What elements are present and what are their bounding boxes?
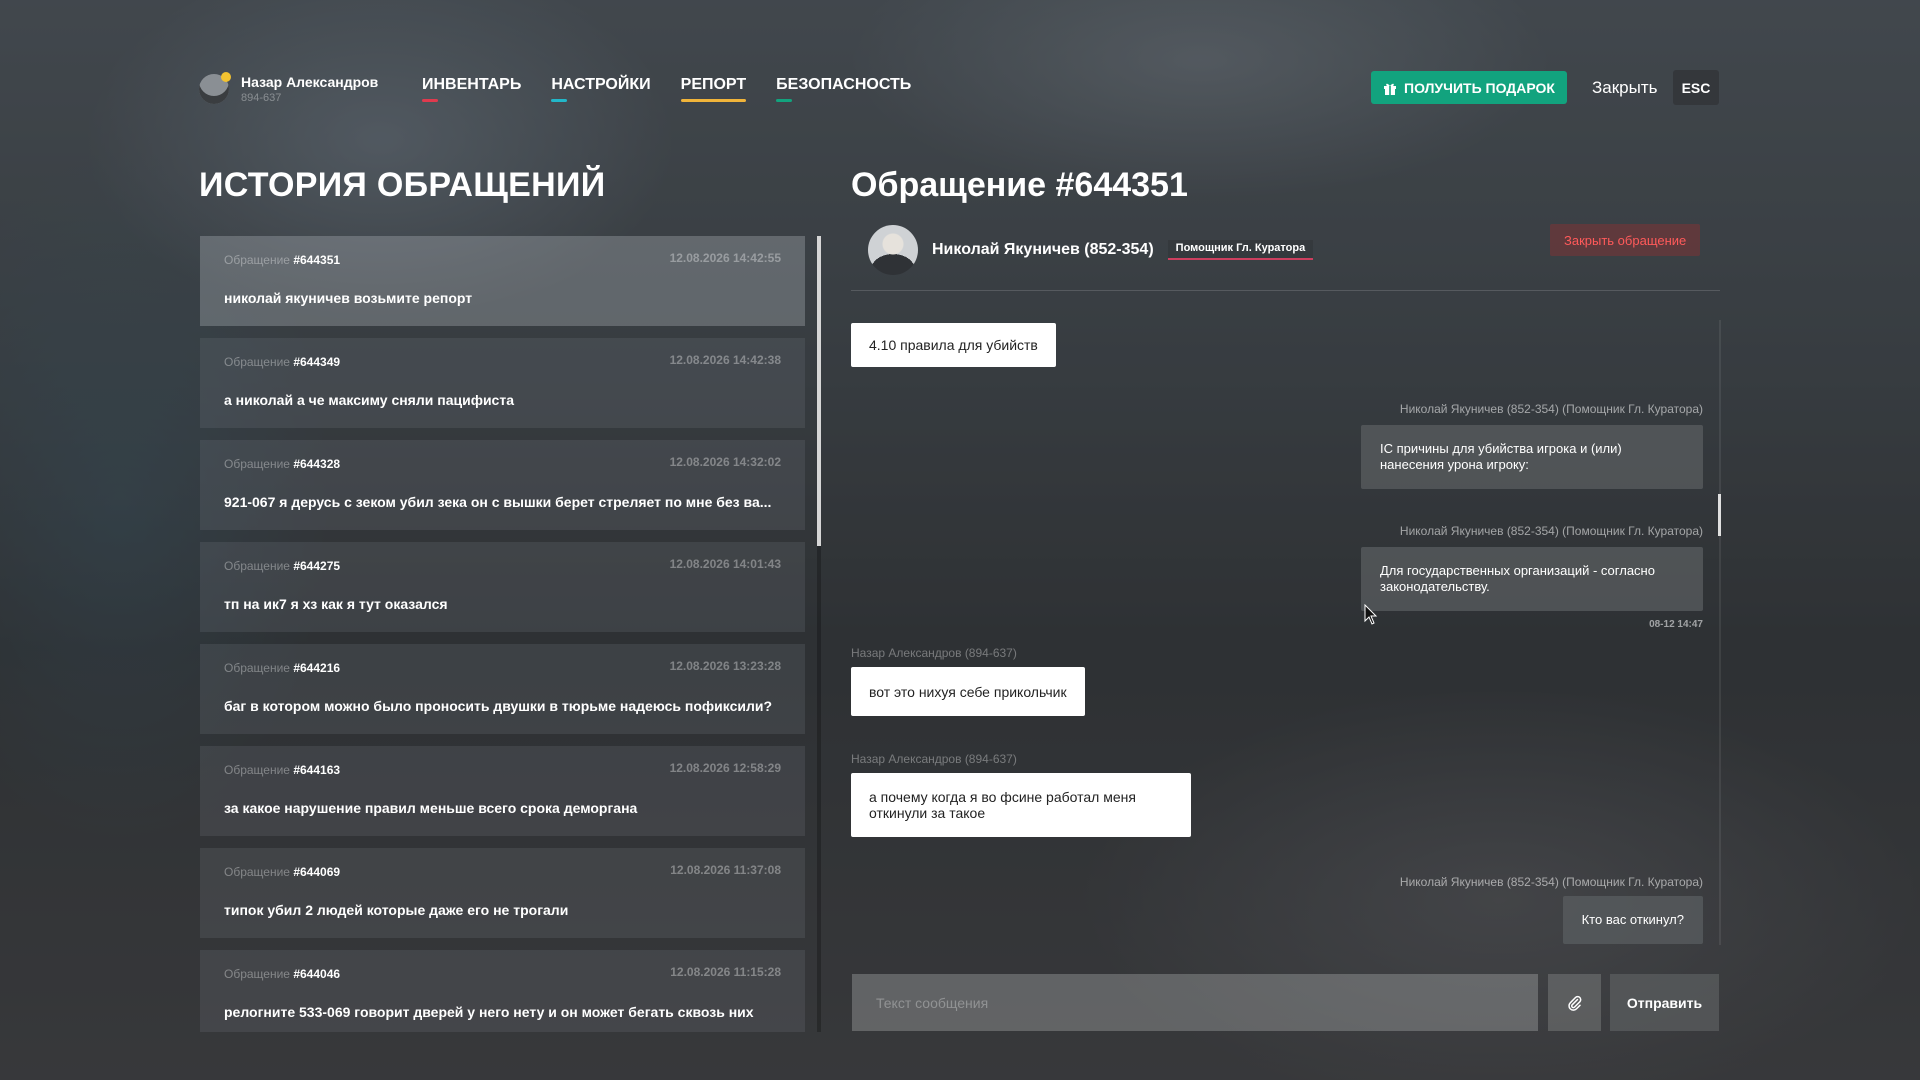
paperclip-icon (1567, 995, 1581, 1011)
message-input[interactable] (852, 974, 1538, 1031)
status-dot (221, 72, 231, 82)
message-author: Николай Якуничев (852-354) (Помощник Гл.… (1399, 524, 1703, 538)
history-title: ИСТОРИЯ ОБРАЩЕНИЙ (199, 166, 606, 204)
ticket-date: 12.08.2026 14:01:43 (669, 557, 781, 571)
message-author: Николай Якуничев (852-354) (Помощник Гл.… (1399, 402, 1703, 416)
user-id: 894-637 (241, 92, 282, 104)
ticket-item[interactable]: Обращение #644351 12.08.2026 14:42:55 нико… (200, 236, 805, 326)
ticket-text: 921-067 я дерусь с зеком убил зека он с … (224, 494, 772, 510)
ticket-label: Обращение #644349 (224, 355, 340, 369)
ticket-label: Обращение #644163 (224, 763, 340, 777)
ticket-id: #644275 (293, 559, 341, 573)
ticket-text: релогните 533-069 говорит дверей у него … (224, 1004, 754, 1020)
ticket-date: 12.08.2026 14:32:02 (669, 455, 781, 469)
send-button[interactable]: Отправить (1610, 974, 1719, 1031)
divider (851, 290, 1720, 291)
ticket-label: Обращение #644046 (224, 967, 340, 981)
gift-icon (1384, 83, 1396, 95)
message-author: Назар Александров (894-637) (851, 646, 1017, 660)
agent-name: Николай Якуничев (852-354) (932, 241, 1154, 258)
message-author: Назар Александров (894-637) (851, 752, 1017, 766)
ticket-date: 12.08.2026 13:23:28 (669, 659, 781, 673)
ticket-text: а николай а че максиму сняли пацифиста (224, 392, 514, 408)
mouse-cursor-icon (1364, 604, 1378, 625)
message-bubble: IC причины для убийства игрока и (или) н… (1361, 425, 1703, 489)
ticket-prefix: Обращение (224, 253, 290, 267)
ticket-text: за какое нарушение правил меньше всего с… (224, 800, 638, 816)
ticket-text: тп на ик7 я хз как я тут оказался (224, 596, 448, 612)
close-ticket-button[interactable]: Закрыть обращение (1550, 224, 1701, 256)
message-bubble: 4.10 правила для убийств (851, 323, 1056, 367)
chat-scrollbar[interactable] (1719, 320, 1721, 945)
message-input-box[interactable] (852, 974, 1538, 1031)
ticket-date: 12.08.2026 12:58:29 (669, 761, 781, 775)
ticket-list[interactable]: Обращение #644351 12.08.2026 14:42:55 нико… (200, 236, 805, 1032)
ticket-date: 12.08.2026 11:15:28 (670, 965, 781, 979)
ticket-item[interactable]: Обращение #644328 12.08.2026 14:32:02 921-… (200, 440, 805, 530)
ticket-id: #644046 (293, 967, 341, 981)
ticket-date: 12.08.2026 11:37:08 (670, 863, 781, 877)
ticket-date: 12.08.2026 14:42:55 (669, 251, 781, 265)
ticket-item[interactable]: Обращение #644349 12.08.2026 14:42:38 а ни… (200, 338, 805, 428)
nav-inventory[interactable]: ИНВЕНТАРЬ (422, 76, 521, 102)
ticket-prefix: Обращение (224, 763, 290, 777)
user-profile: Назар Александров 894-637 (199, 72, 379, 104)
ticket-item[interactable]: Обращение #644163 12.08.2026 12:58:29 за к… (200, 746, 805, 836)
ticket-date: 12.08.2026 14:42:38 (669, 353, 781, 367)
nav-security[interactable]: БЕЗОПАСНОСТЬ (776, 76, 911, 102)
ticket-id: #644351 (293, 253, 341, 267)
agent-role-badge: Помощник Гл. Куратора (1167, 240, 1314, 260)
ticket-prefix: Обращение (224, 559, 290, 573)
ticket-item[interactable]: Обращение #644069 12.08.2026 11:37:08 типо… (200, 848, 805, 938)
user-name: Назар Александров (241, 74, 379, 90)
main-nav: ИНВЕНТАРЬ НАСТРОЙКИ РЕПОРТ БЕЗОПАСНОСТЬ (422, 76, 911, 102)
chat-messages: 4.10 правила для убийств Николай Якуниче… (851, 310, 1719, 945)
ticket-label: Обращение #644275 (224, 559, 340, 573)
agent-info: Николай Якуничев (852-354) Помощник Гл. … (868, 225, 1314, 275)
agent-avatar (868, 225, 918, 275)
nav-report[interactable]: РЕПОРТ (680, 76, 747, 102)
message-time: 08-12 14:47 (1649, 619, 1703, 630)
ticket-label: Обращение #644069 (224, 865, 340, 879)
ticket-id: #644163 (293, 763, 341, 777)
message-author: Николай Якуничев (852-354) (Помощник Гл.… (1399, 875, 1703, 889)
ticket-text: николай якуничев возьмите репорт (224, 290, 473, 306)
ticket-text: баг в котором можно было проносить двушк… (224, 698, 773, 714)
ticket-item[interactable]: Обращение #644275 12.08.2026 14:01:43 тп н… (200, 542, 805, 632)
ticket-label: Обращение #644351 (224, 253, 340, 267)
message-bubble: Для государственных организаций - соглас… (1361, 547, 1703, 611)
ticket-text: типок убил 2 людей которые даже его не т… (224, 902, 569, 918)
attach-button[interactable] (1548, 974, 1601, 1031)
ticket-item[interactable]: Обращение #644046 12.08.2026 11:15:28 рело… (200, 950, 805, 1032)
esc-button[interactable]: ESC (1673, 70, 1719, 105)
ticket-id: #644349 (293, 355, 341, 369)
ticket-prefix: Обращение (224, 865, 290, 879)
message-bubble: вот это нихуя себе прикольчик (851, 667, 1085, 716)
avatar (199, 72, 231, 104)
ticket-id: #644328 (293, 457, 341, 471)
ticket-prefix: Обращение (224, 457, 290, 471)
ticket-prefix: Обращение (224, 355, 290, 369)
message-bubble: а почему когда я во фсине работал меня о… (851, 773, 1191, 837)
ticket-label: Обращение #644328 (224, 457, 340, 471)
ticket-title: Обращение #644351 (851, 166, 1188, 204)
ticket-id: #644069 (293, 865, 341, 879)
ticket-label: Обращение #644216 (224, 661, 340, 675)
ticket-prefix: Обращение (224, 967, 290, 981)
ticket-prefix: Обращение (224, 661, 290, 675)
nav-settings[interactable]: НАСТРОЙКИ (551, 76, 651, 102)
ticket-list-scroll-thumb[interactable] (817, 236, 821, 546)
close-link[interactable]: Закрыть (1592, 78, 1657, 98)
ticket-item[interactable]: Обращение #644216 12.08.2026 13:23:28 баг … (200, 644, 805, 734)
message-bubble: Кто вас откинул? (1562, 896, 1703, 944)
ticket-id: #644216 (293, 661, 341, 675)
chat-scroll-thumb[interactable] (1718, 494, 1721, 536)
get-gift-button[interactable]: ПОЛУЧИТЬ ПОДАРОК (1371, 71, 1567, 104)
